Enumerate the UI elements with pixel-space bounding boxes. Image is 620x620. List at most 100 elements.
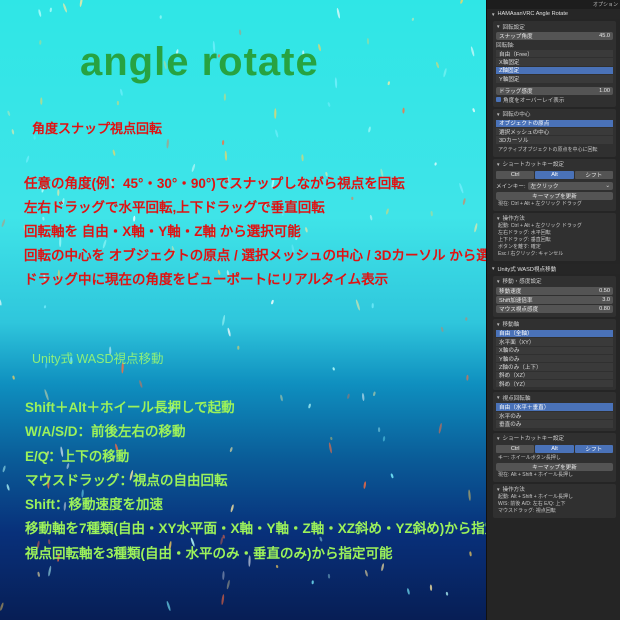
move-axis-option[interactable]: Y軸のみ [496,354,613,363]
feature-line: 回転の中心を オブジェクトの原点 / 選択メッシュの中心 / 3Dカーソル から… [24,248,531,263]
modifier-toggle[interactable]: Alt [535,444,574,453]
feature-line: E/Q：上下の移動 [25,448,130,464]
move-speed-field[interactable]: 移動速度 0.50 [496,286,613,295]
usage-line: 上下ドラッグ: 垂直回転 [498,236,551,243]
section-header[interactable]: ▼ ショートカットキー設定 [496,434,613,443]
snap-angle-field[interactable]: スナップ角度 45.0 [496,32,613,40]
section-header[interactable]: ▼ 回転の中心 [496,110,613,119]
modifier-key-toggles: Ctrl Alt シフト [496,444,613,453]
wasd-panel-header[interactable]: ▼ Unity式 WASD視点移動 [487,263,620,274]
collapse-icon: ▼ [496,486,501,492]
move-axis-section: ▼ 移動軸 自由（全軸） 水平面（XY） X軸のみ Y軸のみ Z軸のみ（上下） 斜め（XZ）… [493,318,616,391]
overlay-checkbox[interactable]: 角度をオーバーレイ表示 [496,96,613,104]
usage-line: 起動: Alt + Shift + ホイール長押し [498,493,574,500]
usage-line: ボタンを離す: 確定 [498,243,541,250]
usage-list: 起動: Ctrl + Alt + 左クリック ドラッグ 左右ドラッグ: 水平回転上… [496,223,613,258]
usage-list: 起動: Alt + Shift + ホイール長押し W/S: 前後 A/D: 左右… [496,494,613,515]
section-header[interactable]: ▼ 操作方法 [496,214,613,223]
usage-line: W/S: 前後 A/D: 左右 E/Q: 上下 [498,500,566,507]
current-shortcut: 現在: Ctrl + Alt + 左クリック ドラッグ [498,200,582,207]
feature-line: Shift＋Alt＋ホイール長押しで起動 [25,400,235,415]
rotation-axis-options: 自由（Free） X軸固定 Z軸固定 Y軸固定 [496,50,613,83]
center-note: アクティブオブジェクトの原点を中心に回転 [498,146,598,153]
collapse-icon: ▼ [496,321,501,327]
rotation-settings-section: ▼ 回転設定 スナップ角度 45.0 回転軸: 自由（Free） X軸固定 Z軸固定 Y軸… [493,21,616,107]
usage-line: Esc / 右クリック: キャンセル [498,250,564,257]
axis-option[interactable]: Z軸固定 [496,66,613,74]
move-axis-option[interactable]: 斜め（YZ） [496,380,613,388]
view-axis-options: 自由（水平＋垂直） 水平のみ 垂直のみ [496,403,613,428]
feature-line: ドラッグ中に現在の角度をビューポートにリアルタイム表示 [24,272,389,287]
axis-option[interactable]: X軸固定 [496,58,613,66]
panel-topbar: オプション [487,0,620,9]
angle-usage-section: ▼ 操作方法 起動: Ctrl + Alt + 左クリック ドラッグ 左右ドラッグ:… [493,212,616,261]
collapse-icon: ▼ [496,395,501,401]
section-header[interactable]: ▼ 移動軸 [496,320,613,329]
section-header[interactable]: ▼ 操作方法 [496,485,613,494]
center-option[interactable]: 選択メッシュの中心 [496,127,613,136]
move-axis-option[interactable]: Z軸のみ（上下） [496,363,613,371]
section-header[interactable]: ▼ 回転設定 [496,22,613,31]
chevron-down-icon: ⌄ [605,182,610,189]
feature-line: マウスドラッグ：視点の自由回転 [25,472,228,488]
modifier-toggle[interactable]: Ctrl [496,170,535,179]
update-keymap-button[interactable]: キーマップを更新 [496,462,613,471]
collapse-icon: ▼ [496,278,501,284]
checkbox-icon [496,97,501,103]
move-axis-options: 自由（全軸） 水平面（XY） X軸のみ Y軸のみ Z軸のみ（上下） 斜め（XZ） 斜め（YZ… [496,329,613,388]
rotation-center-section: ▼ 回転の中心 オブジェクトの原点 選択メッシュの中心 3Dカーソル アクティブオブジ… [493,108,616,157]
feature-line: 移動軸を7種類(自由・XY水平面・X軸・Y軸・Z軸・XZ斜め・YZ斜め)から指定… [25,521,526,537]
center-option[interactable]: オブジェクトの原点 [496,119,613,127]
modifier-key-toggles: Ctrl Alt シフト [496,170,613,179]
angle-rotate-panel-header[interactable]: ▼ HAMAsanVRC Angle Rotate [487,9,620,19]
collapse-icon: ▼ [496,435,501,441]
move-axis-option[interactable]: X軸のみ [496,346,613,354]
view-axis-option[interactable]: 水平のみ [496,411,613,420]
angle-shortcut-section: ▼ ショートカットキー設定 Ctrl Alt シフト メインキー: 左クリック ⌄ キーマ… [493,158,616,211]
collapse-icon: ▼ [496,24,501,29]
axis-option[interactable]: Y軸固定 [496,75,613,83]
usage-line: 左右ドラッグ: 水平回転 [498,229,551,236]
sidebar-panel: オプション ▼ HAMAsanVRC Angle Rotate ▼ 回転設定 スナッ… [486,0,620,620]
section-header[interactable]: ▼ 移動・感度設定 [496,277,613,286]
modifier-toggle[interactable]: シフト [574,170,613,179]
mouse-sensitivity-field[interactable]: マウス視点感度 0.80 [496,304,613,313]
options-tab[interactable]: オプション [593,1,618,8]
feature-line: 回転軸を 自由・X軸・Y軸・Z軸 から選択可能 [24,224,301,239]
feature-line: 左右ドラッグで水平回転,上下ドラッグで垂直回転 [24,200,325,215]
modifier-toggle[interactable]: Alt [535,170,574,179]
view-axis-option[interactable]: 自由（水平＋垂直） [496,403,613,411]
feature-line: W/A/S/D：前後左右の移動 [25,424,186,440]
collapse-icon: ▼ [491,266,496,272]
modifier-toggle[interactable]: Ctrl [496,444,535,453]
drag-sensitivity-field[interactable]: ドラッグ感度 1.00 [496,86,613,95]
wasd-shortcut-section: ▼ ショートカットキー設定 Ctrl Alt シフト キー: ホイールボタン長押し キ… [493,432,616,482]
key-label: キー: ホイールボタン長押し [498,454,561,461]
section-header[interactable]: ▼ 視点回転軸 [496,393,613,402]
feature-line: 視点回転軸を3種類(自由・水平のみ・垂直のみ)から指定可能 [25,545,393,561]
collapse-icon: ▼ [496,111,501,117]
feature-line: Shift：移動速度を加速 [25,497,163,513]
move-axis-option[interactable]: 斜め（XZ） [496,371,613,379]
usage-line: マウスドラッグ: 視点回転 [498,507,556,514]
update-keymap-button[interactable]: キーマップを更新 [496,191,613,200]
wasd-feature-list: Shift＋Alt＋ホイール長押しで起動 W/A/S/D：前後左右の移動 E/Q… [25,396,525,566]
section-header[interactable]: ▼ ショートカットキー設定 [496,160,613,169]
wasd-settings-section: ▼ 移動・感度設定 移動速度 0.50 Shift加速倍率 3.0 マウス視点感度 0.… [493,275,616,317]
collapse-icon: ▼ [491,11,496,17]
angle-snap-heading: 角度スナップ視点回転 [32,121,163,136]
main-key-row: メインキー: 左クリック ⌄ [496,181,613,191]
center-option[interactable]: 3Dカーソル [496,136,613,144]
current-shortcut: 現在: Alt + Shift + ホイール長押し [498,471,574,478]
move-axis-option[interactable]: 水平面（XY） [496,338,613,346]
move-axis-option[interactable]: 自由（全軸） [496,329,613,337]
modifier-toggle[interactable]: シフト [574,444,613,453]
axis-option[interactable]: 自由（Free） [496,50,613,58]
collapse-icon: ▼ [496,215,501,221]
wasd-usage-section: ▼ 操作方法 起動: Alt + Shift + ホイール長押し W/S: 前後 A… [493,483,616,518]
wasd-heading: Unity式 WASD視点移動 [32,352,164,366]
main-key-select[interactable]: 左クリック ⌄ [527,181,613,190]
shift-multiplier-field[interactable]: Shift加速倍率 3.0 [496,295,613,304]
rotation-center-options: オブジェクトの原点 選択メッシュの中心 3Dカーソル [496,119,613,144]
view-axis-option[interactable]: 垂直のみ [496,420,613,428]
